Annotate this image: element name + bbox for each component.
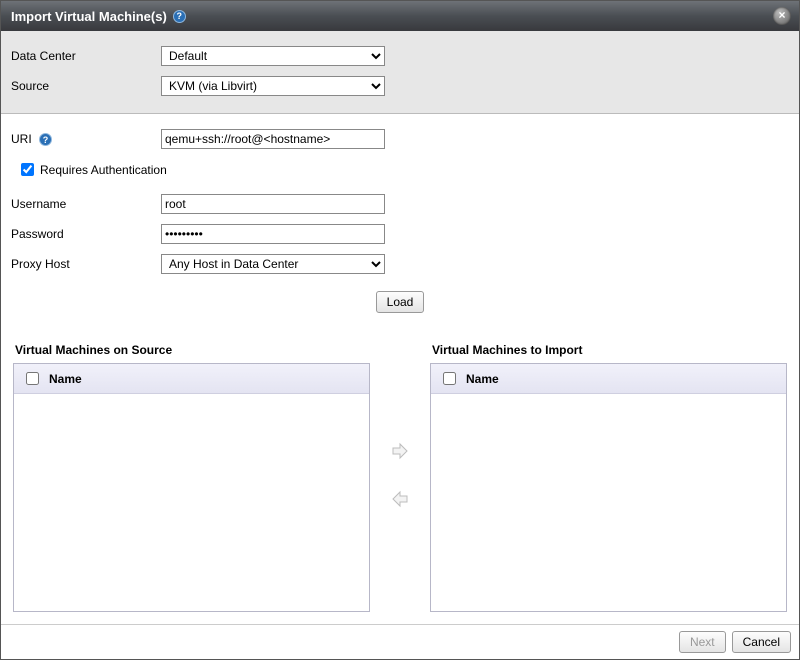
requires-auth-checkbox[interactable] xyxy=(21,163,34,176)
title-help-icon[interactable]: ? xyxy=(173,10,186,23)
source-name-column-header: Name xyxy=(49,372,82,386)
data-center-row: Data Center Default xyxy=(11,41,789,71)
import-list-column: Virtual Machines to Import Name xyxy=(430,337,787,612)
requires-auth-row: Requires Authentication xyxy=(11,154,789,189)
close-icon: × xyxy=(778,8,785,22)
close-button[interactable]: × xyxy=(773,7,791,25)
titlebar: Import Virtual Machine(s) ? × xyxy=(1,1,799,31)
dialog-title: Import Virtual Machine(s) xyxy=(11,9,167,24)
proxy-host-row: Proxy Host Any Host in Data Center xyxy=(11,249,789,279)
arrow-left-icon xyxy=(390,489,410,509)
import-list-header: Name xyxy=(431,364,786,394)
import-vm-dialog: Import Virtual Machine(s) ? × Data Cente… xyxy=(0,0,800,660)
source-list-title: Virtual Machines on Source xyxy=(13,337,370,363)
uri-input[interactable] xyxy=(161,129,385,149)
source-list-header: Name xyxy=(14,364,369,394)
next-button[interactable]: Next xyxy=(679,631,726,653)
data-center-select[interactable]: Default xyxy=(161,46,385,66)
uri-row: URI ? xyxy=(11,124,789,154)
username-row: Username xyxy=(11,189,789,219)
proxy-host-select[interactable]: Any Host in Data Center xyxy=(161,254,385,274)
import-list-body xyxy=(431,394,786,611)
move-right-button[interactable] xyxy=(389,440,411,462)
requires-auth-label: Requires Authentication xyxy=(40,163,167,177)
load-button[interactable]: Load xyxy=(376,291,425,313)
arrow-right-icon xyxy=(390,441,410,461)
username-label: Username xyxy=(11,197,161,211)
source-select[interactable]: KVM (via Libvirt) xyxy=(161,76,385,96)
password-row: Password xyxy=(11,219,789,249)
top-form-section: Data Center Default Source KVM (via Libv… xyxy=(1,31,799,114)
source-list-box: Name xyxy=(13,363,370,612)
import-name-column-header: Name xyxy=(466,372,499,386)
cancel-button[interactable]: Cancel xyxy=(732,631,791,653)
move-left-button[interactable] xyxy=(389,488,411,510)
data-center-label: Data Center xyxy=(11,49,161,63)
source-row: Source KVM (via Libvirt) xyxy=(11,71,789,101)
uri-help-icon[interactable]: ? xyxy=(39,133,52,146)
source-list-body xyxy=(14,394,369,611)
import-list-box: Name xyxy=(430,363,787,612)
dialog-footer: Next Cancel xyxy=(1,624,799,659)
password-input[interactable] xyxy=(161,224,385,244)
import-select-all-checkbox[interactable] xyxy=(443,372,456,385)
import-list-title: Virtual Machines to Import xyxy=(430,337,787,363)
source-list-column: Virtual Machines on Source Name xyxy=(13,337,370,612)
password-label: Password xyxy=(11,227,161,241)
lists-area: Virtual Machines on Source Name xyxy=(1,337,799,624)
proxy-host-label: Proxy Host xyxy=(11,257,161,271)
source-label: Source xyxy=(11,79,161,93)
load-button-row: Load xyxy=(11,279,789,331)
transfer-arrows xyxy=(370,337,430,612)
source-select-all-checkbox[interactable] xyxy=(26,372,39,385)
connection-form-section: URI ? Requires Authentication Username P… xyxy=(1,114,799,337)
uri-label: URI ? xyxy=(11,132,161,146)
username-input[interactable] xyxy=(161,194,385,214)
